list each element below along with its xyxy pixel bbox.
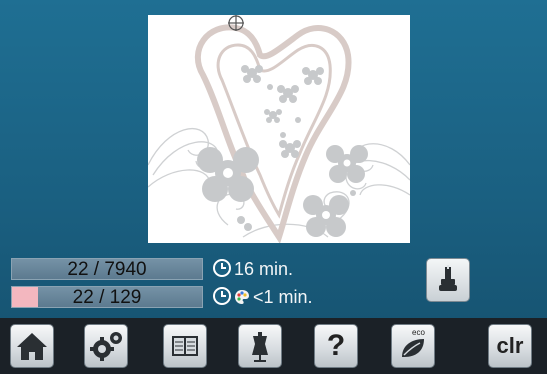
embroidery-screen: 22 / 7940 22 / 129 16 min. <1 min. ? eco… xyxy=(0,0,547,374)
color-counter: 22 / 129 xyxy=(11,286,203,308)
mannequin-icon xyxy=(252,332,268,362)
bottom-toolbar: ? eco clr xyxy=(0,318,547,374)
help-icon: ? xyxy=(326,329,346,362)
current-color-swatch xyxy=(12,287,38,307)
settings-icon xyxy=(90,332,122,361)
total-time: 16 min. xyxy=(213,258,293,280)
help-button[interactable]: ? xyxy=(314,324,358,368)
clock-icon xyxy=(213,259,231,277)
palette-icon xyxy=(235,290,249,304)
clear-label: clr xyxy=(496,333,524,358)
design-preview[interactable] xyxy=(148,15,410,243)
home-icon xyxy=(17,333,47,360)
color-time-value: <1 min. xyxy=(253,287,313,307)
clear-button[interactable]: clr xyxy=(488,324,532,368)
stitch-counter: 22 / 7940 xyxy=(11,258,203,280)
total-time-value: 16 min. xyxy=(234,259,294,279)
stitch-counter-value: 22 / 7940 xyxy=(67,259,147,280)
home-button[interactable] xyxy=(10,324,54,368)
info-panel: 22 / 7940 22 / 129 16 min. <1 min. xyxy=(0,250,547,314)
clock-icon xyxy=(213,287,231,305)
eco-button[interactable]: eco xyxy=(391,324,435,368)
color-time: <1 min. xyxy=(213,286,313,308)
creative-consultant-button[interactable] xyxy=(238,324,282,368)
eco-label: eco xyxy=(412,328,425,337)
book-icon xyxy=(172,336,198,356)
settings-button[interactable] xyxy=(84,324,128,368)
embroidery-design xyxy=(148,15,410,243)
presser-foot-button[interactable] xyxy=(426,258,470,302)
color-counter-value: 22 / 129 xyxy=(72,287,142,308)
presser-foot-icon xyxy=(439,265,457,291)
tutorial-button[interactable] xyxy=(163,324,207,368)
